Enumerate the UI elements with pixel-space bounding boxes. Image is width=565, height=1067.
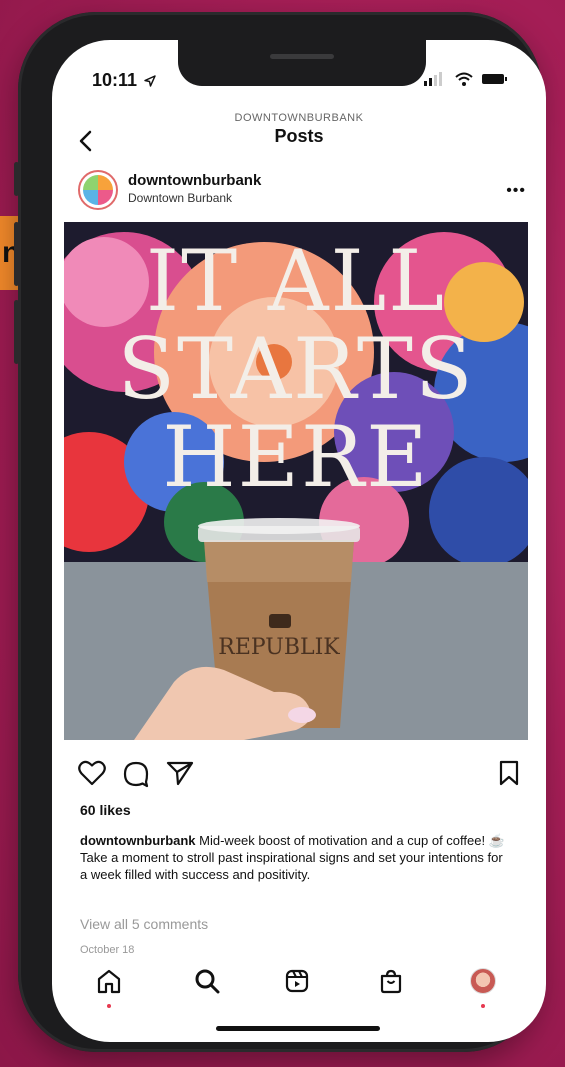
- bookmark-icon: [499, 760, 519, 786]
- comment-button[interactable]: [122, 760, 150, 793]
- location-icon: [144, 75, 156, 87]
- post-header: downtownburbank Downtown Burbank •••: [52, 170, 546, 220]
- fingernail: [288, 707, 316, 723]
- page-title: Posts: [274, 126, 324, 146]
- bottom-tab-bar: [52, 964, 546, 1014]
- heart-icon: [78, 760, 106, 786]
- reels-icon: [285, 969, 309, 993]
- send-icon: [166, 761, 194, 786]
- image-text-line-1: IT ALL: [146, 232, 446, 330]
- caption-username[interactable]: downtownburbank: [80, 833, 196, 848]
- cup-brand-text: REPUBLIK: [218, 635, 340, 660]
- shop-icon: [380, 969, 402, 994]
- view-comments-link[interactable]: View all 5 comments: [80, 916, 208, 932]
- like-button[interactable]: [78, 760, 106, 791]
- share-button[interactable]: [166, 760, 194, 791]
- volume-up-button: [14, 222, 19, 286]
- tab-shop[interactable]: [376, 966, 406, 996]
- home-notification-dot: [107, 1004, 111, 1008]
- likes-count[interactable]: 60 likes: [80, 802, 131, 818]
- profile-avatar: [470, 968, 496, 994]
- signal-icon: [424, 72, 442, 86]
- tab-search[interactable]: [192, 966, 222, 996]
- page-header: DOWNTOWNBURBANK Posts: [52, 112, 546, 164]
- profile-notification-dot: [481, 1004, 485, 1008]
- post-avatar[interactable]: [78, 170, 118, 210]
- post-actions: [52, 758, 546, 792]
- volume-down-button: [14, 300, 19, 364]
- post-location[interactable]: Downtown Burbank: [128, 191, 232, 205]
- home-indicator: [216, 1026, 380, 1031]
- battery-icon: [482, 74, 507, 84]
- post-image-art: IT ALL STARTS HERE REPUBLIK: [64, 222, 528, 740]
- search-icon: [195, 969, 220, 994]
- tab-reels[interactable]: [282, 966, 312, 996]
- time-text: 10:11: [92, 70, 138, 90]
- post-username[interactable]: downtownburbank: [128, 172, 261, 189]
- post-image[interactable]: IT ALL STARTS HERE REPUBLIK: [64, 222, 528, 740]
- more-button[interactable]: •••: [506, 182, 526, 200]
- tab-profile[interactable]: [468, 966, 498, 996]
- image-text-line-2: STARTS: [118, 320, 475, 418]
- post-date: October 18: [80, 944, 135, 956]
- speaker: [270, 54, 334, 59]
- wifi-icon: [455, 72, 473, 86]
- tab-home[interactable]: [94, 966, 124, 996]
- status-icons: [424, 72, 508, 86]
- comment-icon: [123, 761, 149, 788]
- more-icon: •••: [506, 182, 526, 199]
- notch: [178, 40, 426, 86]
- avatar-logo: [83, 175, 113, 205]
- status-time: 10:11: [92, 70, 156, 91]
- save-button[interactable]: [498, 760, 520, 791]
- image-text-line-3: HERE: [162, 408, 429, 506]
- home-icon: [97, 969, 121, 994]
- mute-switch: [14, 162, 19, 196]
- app-screen: 10:11 DOWNTOWNBURBANK Posts downtownburb…: [52, 40, 546, 1042]
- phone-frame: 10:11 DOWNTOWNBURBANK Posts downtownburb…: [14, 12, 546, 1052]
- post-caption: downtownburbank Mid-week boost of motiva…: [80, 832, 508, 883]
- header-username: DOWNTOWNBURBANK: [234, 112, 364, 124]
